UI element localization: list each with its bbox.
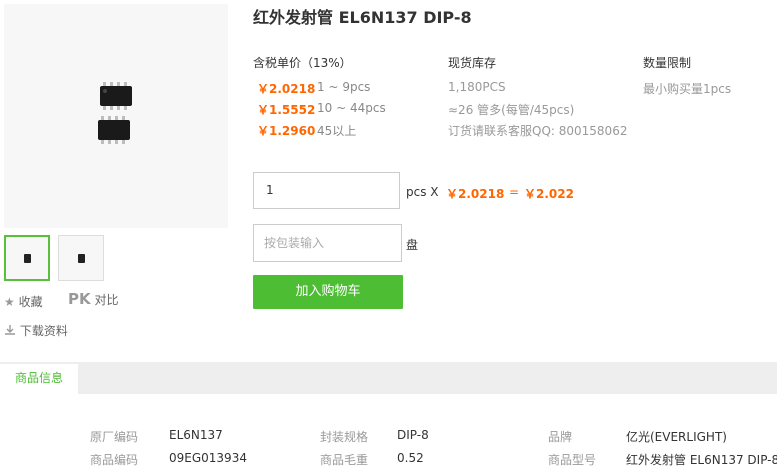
favorite-action[interactable]: ★ 收藏	[4, 293, 43, 310]
total-price: ￥2.022	[524, 187, 574, 201]
limit-header: 数量限制	[643, 56, 692, 70]
thumbnail-1[interactable]	[4, 235, 50, 281]
add-to-cart-button[interactable]: 加入购物车	[253, 275, 403, 309]
spec-key: 品牌	[548, 430, 573, 444]
spec-key: 商品毛重	[320, 453, 369, 467]
equals-sign: =	[509, 185, 520, 199]
spec-key: 封装规格	[320, 430, 369, 444]
tier-price: ￥1.2960	[257, 124, 316, 138]
tier-price: ￥1.5552	[257, 103, 316, 117]
product-main-image[interactable]	[4, 4, 228, 228]
compare-action[interactable]: PK 对比	[68, 290, 118, 308]
spec-value: DIP-8	[397, 428, 429, 442]
favorite-label: 收藏	[18, 295, 43, 309]
tab-product-info[interactable]: 商品信息	[0, 362, 78, 394]
compare-label: 对比	[94, 293, 119, 307]
thumbnail-2[interactable]	[58, 235, 104, 281]
stock-qty: 1,180PCS	[448, 80, 506, 94]
tier-range: 1 ~ 9pcs	[317, 80, 371, 94]
download-action[interactable]: 下载资料	[4, 322, 68, 339]
spec-value: 0.52	[397, 451, 424, 465]
price-header: 含税单价（13%）	[253, 56, 352, 70]
quantity-input[interactable]: 1	[253, 172, 400, 209]
package-input[interactable]: 按包装输入	[253, 224, 402, 262]
spec-value: 09EG013934	[169, 451, 247, 465]
min-purchase: 最小购买量1pcs	[643, 82, 732, 96]
product-title: 红外发射管 EL6N137 DIP-8	[253, 8, 472, 27]
star-icon: ★	[4, 295, 15, 309]
tier-range: 10 ~ 44pcs	[317, 101, 386, 115]
spec-key: 商品型号	[548, 453, 597, 467]
unit-price: ￥2.0218	[446, 187, 505, 201]
pk-icon: PK	[68, 290, 91, 308]
stock-packs: ≈26 管多(每管/45pcs)	[448, 103, 575, 117]
stock-contact: 订货请联系客服QQ: 800158062	[448, 124, 628, 138]
spec-key: 商品编码	[90, 453, 139, 467]
tab-bar	[0, 362, 777, 394]
package-unit: 盘	[406, 238, 419, 252]
chip-thumb-icon	[78, 254, 85, 263]
spec-value: 亿光(EVERLIGHT)	[626, 430, 727, 444]
spec-key: 原厂编码	[90, 430, 139, 444]
spec-value: EL6N137	[169, 428, 223, 442]
chip-thumb-icon	[24, 254, 31, 263]
chip-image-back	[98, 116, 130, 144]
tier-price: ￥2.0218	[257, 82, 316, 96]
spec-value: 红外发射管 EL6N137 DIP-8	[626, 453, 777, 467]
chip-image-front	[100, 82, 132, 110]
download-label: 下载资料	[19, 324, 68, 338]
unit-label: pcs X	[406, 185, 439, 199]
stock-header: 现货库存	[448, 56, 497, 70]
tier-range: 45以上	[317, 124, 357, 138]
download-icon	[5, 325, 15, 335]
